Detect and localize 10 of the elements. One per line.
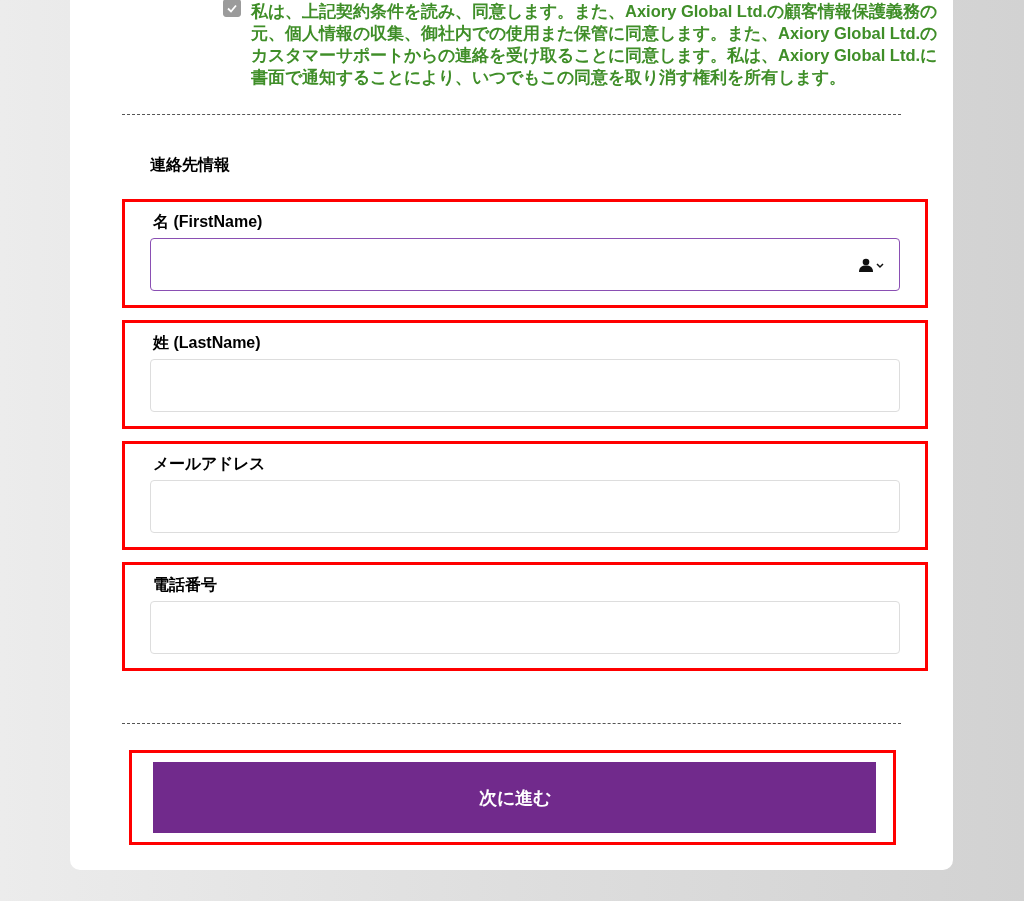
- contact-autofill-icon[interactable]: [859, 257, 885, 272]
- checkbox[interactable]: [223, 0, 241, 17]
- field-label: 姓 (LastName): [153, 333, 262, 353]
- field-label: メールアドレス: [153, 454, 266, 474]
- field-label: 電話番号: [153, 575, 218, 595]
- input-field[interactable]: [150, 238, 900, 291]
- section-title: 連絡先情報: [150, 155, 231, 175]
- next-button[interactable]: 次に進む: [153, 762, 876, 833]
- field-label: 名 (FirstName): [153, 212, 264, 232]
- consent-text: 私は、上記契約条件を読み、同意します。また、Axiory Global Ltd.の顧客情報保護義務の元、個人情報の収集、御社内での使用また保管に同意します。また、Axiory Global Ltd.のカスタマーサポートからの連絡を受け取ることに同意します。私は、Axiory Global Ltd.に書面で通知することにより、いつでもこの同意を取り消す権利を所有します。: [251, 1, 939, 88]
